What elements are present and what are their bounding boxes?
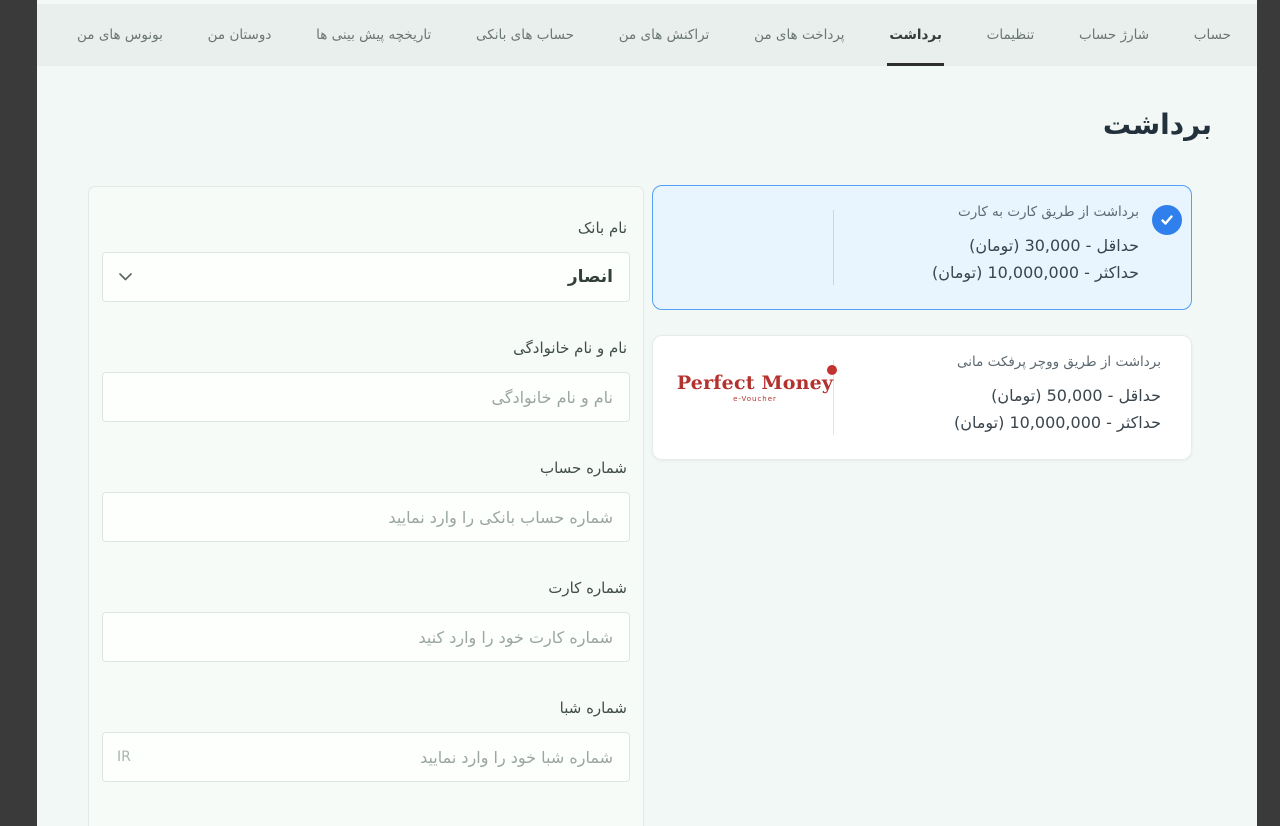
card-number-input[interactable] [102, 612, 630, 662]
right-dark-edge [1257, 0, 1280, 826]
selected-check-icon [1152, 205, 1182, 235]
tab-my-transactions[interactable]: تراکنش های من [617, 4, 712, 66]
page-title: برداشت [1103, 108, 1212, 141]
left-dark-edge [0, 0, 37, 826]
method-title: برداشت از طریق ووچر پرفکت مانی [954, 354, 1161, 370]
tab-bank-accounts[interactable]: حساب های بانکی [474, 4, 576, 66]
sheba-number-input[interactable] [102, 732, 630, 782]
bank-name-selected-value: انصار [568, 267, 613, 287]
method-title: برداشت از طریق کارت به کارت [932, 204, 1139, 220]
method-card-text: برداشت از طریق کارت به کارت حداقل - 30,0… [932, 204, 1139, 286]
tab-my-bonuses[interactable]: بونوس های من [75, 4, 165, 66]
method-min-amount: حداقل - 30,000 (تومان) [932, 232, 1139, 259]
tab-charge-account[interactable]: شارژ حساب [1077, 4, 1151, 66]
card-number-label: شماره کارت [102, 579, 627, 597]
perfect-money-logo-text: Perfect Money [677, 372, 833, 394]
withdraw-page: حساب شارژ حساب تنظیمات برداشت پرداخت های… [0, 0, 1280, 826]
withdraw-form: نام بانک انصار نام و نام خانوادگی شماره … [88, 186, 644, 826]
chevron-down-icon [119, 273, 132, 281]
tab-settings[interactable]: تنظیمات [985, 4, 1037, 66]
top-navigation: حساب شارژ حساب تنظیمات برداشت پرداخت های… [37, 4, 1257, 66]
full-name-label: نام و نام خانوادگی [102, 339, 627, 357]
tab-prediction-history[interactable]: تاریخچه پیش بینی ها [314, 4, 433, 66]
account-number-label: شماره حساب [102, 459, 627, 477]
perfect-money-logo-dot [827, 365, 837, 375]
bank-name-label: نام بانک [102, 219, 627, 237]
perfect-money-logo-subtext: e-Voucher [675, 395, 835, 403]
account-number-input[interactable] [102, 492, 630, 542]
withdraw-method-list: برداشت از طریق کارت به کارت حداقل - 30,0… [652, 185, 1192, 485]
tab-my-payments[interactable]: پرداخت های من [752, 4, 846, 66]
perfect-money-logo: Perfect Money e-Voucher [675, 372, 835, 403]
withdraw-method-card-card-to-card[interactable]: برداشت از طریق کارت به کارت حداقل - 30,0… [652, 185, 1192, 310]
method-min-amount: حداقل - 50,000 (تومان) [954, 382, 1161, 409]
tab-account[interactable]: حساب [1192, 4, 1233, 66]
full-name-input[interactable] [102, 372, 630, 422]
tab-withdraw[interactable]: برداشت [887, 4, 944, 66]
withdraw-method-card-perfect-money[interactable]: برداشت از طریق ووچر پرفکت مانی حداقل - 5… [652, 335, 1192, 460]
bank-name-select[interactable]: انصار [102, 252, 630, 302]
card-divider [833, 210, 834, 285]
method-max-amount: حداکثر - 10,000,000 (تومان) [932, 259, 1139, 286]
sheba-input-wrap: IR [102, 732, 630, 782]
method-max-amount: حداکثر - 10,000,000 (تومان) [954, 409, 1161, 436]
sheba-number-label: شماره شبا [102, 699, 627, 717]
method-card-text: برداشت از طریق ووچر پرفکت مانی حداقل - 5… [954, 354, 1161, 436]
tab-my-friends[interactable]: دوستان من [206, 4, 274, 66]
